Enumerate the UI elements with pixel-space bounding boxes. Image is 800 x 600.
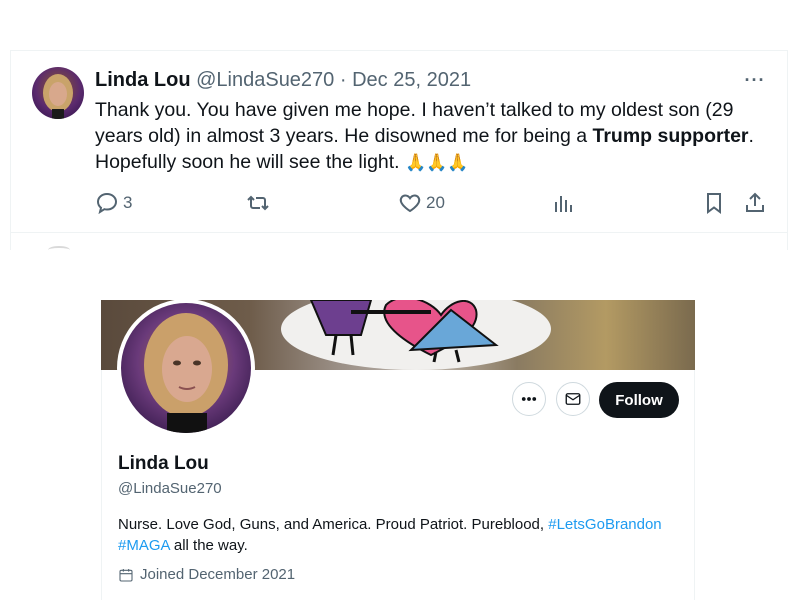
more-button[interactable] [512,382,546,416]
tweet-header: Linda Lou @LindaSue270 · Dec 25, 2021 [95,69,471,92]
like-button[interactable]: 20 [398,190,445,216]
message-button[interactable] [556,382,590,416]
follow-button[interactable]: Follow [599,382,679,418]
author-name[interactable]: Linda Lou [95,69,191,91]
bookmark-button[interactable] [702,190,726,216]
separator: · [339,69,347,91]
reply-icon [96,192,118,215]
tweet-text-bold: Trump supporter [592,125,749,147]
calendar-icon [119,568,133,582]
hashtag-letsgobrandon[interactable]: #LetsGoBrandon [548,516,661,533]
pray-emoji: 🙏🙏🙏 [405,153,469,172]
profile-name: Linda Lou [118,453,209,474]
avatar[interactable] [32,67,84,119]
next-tweet-avatar-edge [48,246,70,254]
message-icon [565,393,581,405]
bio-text: Nurse. Love God, Guns, and America. Prou… [118,516,549,533]
share-button[interactable] [743,190,767,216]
bookmark-icon [707,193,721,214]
reply-count: 3 [123,193,133,212]
views-button[interactable] [551,190,575,216]
tweet-text: Thank you. You have given me hope. I hav… [95,97,775,176]
tweet-date[interactable]: Dec 25, 2021 [352,69,471,91]
author-handle[interactable]: @LindaSue270 [196,69,334,91]
more-icon [521,397,537,401]
bio-tail: all the way. [169,537,248,554]
like-count: 20 [426,193,445,212]
joined-date: Joined December 2021 [118,566,295,583]
banner-artwork [309,300,499,363]
share-icon [746,192,764,212]
more-icon[interactable]: ··· [742,70,768,90]
reply-button[interactable]: 3 [95,190,132,216]
divider [10,232,788,233]
retweet-icon [247,195,269,211]
profile-bio: Nurse. Love God, Guns, and America. Prou… [118,514,678,556]
joined-text: Joined December 2021 [140,566,296,583]
like-icon [399,194,421,213]
profile-handle: @LindaSue270 [118,480,222,497]
retweet-button[interactable] [246,190,274,216]
views-icon [555,196,572,212]
hashtag-maga[interactable]: #MAGA [118,537,170,554]
tweet-actions: 3 20 [0,190,800,216]
profile-avatar[interactable] [117,299,255,437]
